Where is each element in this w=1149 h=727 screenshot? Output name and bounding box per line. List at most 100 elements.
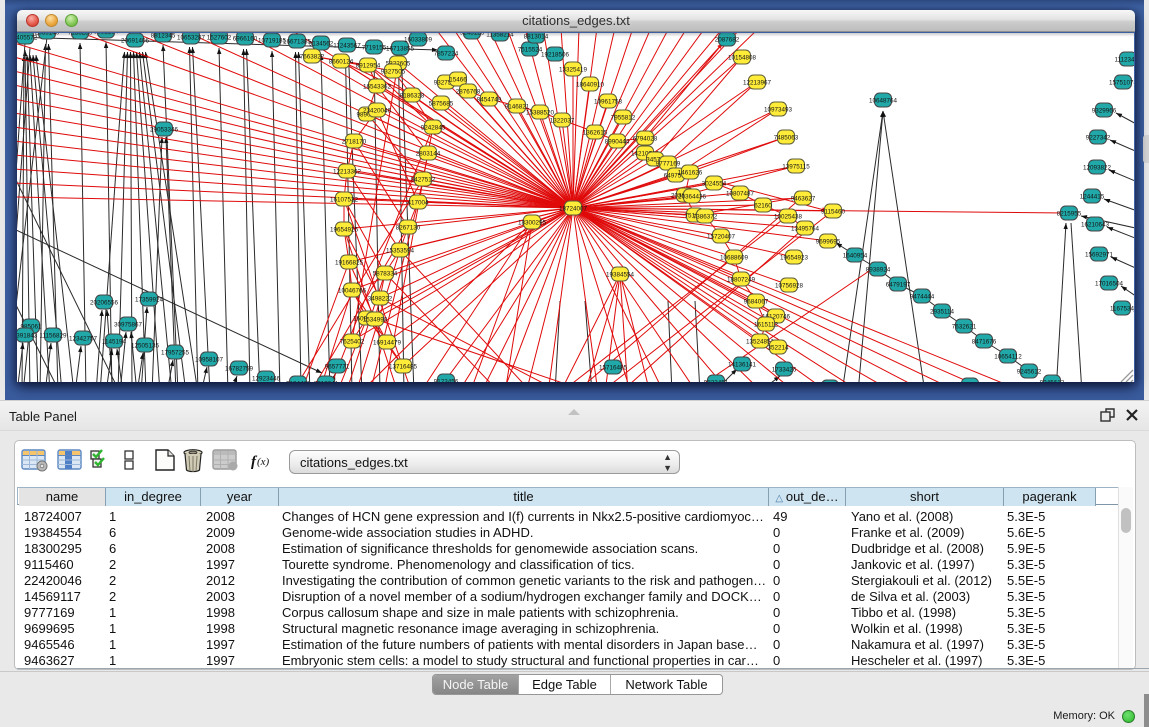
svg-text:15466: 15466 bbox=[449, 76, 467, 83]
svg-text:2935114: 2935114 bbox=[930, 308, 955, 315]
svg-text:12213967: 12213967 bbox=[743, 79, 772, 86]
svg-text:8215955: 8215955 bbox=[1057, 210, 1082, 217]
svg-text:15692971: 15692971 bbox=[1085, 251, 1114, 258]
svg-text:17957255: 17957255 bbox=[161, 349, 190, 356]
svg-text:13325419: 13325419 bbox=[559, 66, 588, 73]
svg-text:5875685: 5875685 bbox=[429, 100, 454, 107]
svg-text:1362615: 1362615 bbox=[583, 129, 608, 136]
svg-text:16210643: 16210643 bbox=[1081, 221, 1110, 228]
svg-text:10961758: 10961758 bbox=[594, 98, 623, 105]
svg-text:1640954: 1640954 bbox=[843, 252, 868, 259]
svg-text:3024554: 3024554 bbox=[702, 180, 727, 187]
svg-text:20691406: 20691406 bbox=[121, 37, 150, 44]
svg-text:18724007: 18724007 bbox=[559, 205, 588, 212]
svg-text:5878334: 5878334 bbox=[373, 270, 398, 277]
svg-text:9327505: 9327505 bbox=[381, 68, 406, 75]
svg-text:7719155: 7719155 bbox=[362, 44, 387, 51]
svg-text:9463627: 9463627 bbox=[791, 195, 816, 202]
svg-text:10654112: 10654112 bbox=[994, 353, 1022, 360]
svg-text:9427512: 9427512 bbox=[411, 176, 436, 183]
svg-text:13716485: 13716485 bbox=[389, 363, 418, 370]
svg-text:23420046: 23420046 bbox=[363, 107, 392, 114]
svg-text:6794028: 6794028 bbox=[633, 135, 658, 142]
svg-text:13495764: 13495764 bbox=[791, 225, 820, 232]
svg-text:20206556: 20206556 bbox=[90, 299, 119, 306]
svg-text:17359924: 17359924 bbox=[135, 296, 164, 303]
svg-text:8267130: 8267130 bbox=[396, 224, 421, 231]
svg-text:1322037: 1322037 bbox=[550, 117, 575, 124]
svg-text:10648764: 10648764 bbox=[869, 97, 898, 104]
svg-text:1167534: 1167534 bbox=[1110, 305, 1134, 312]
svg-text:12505135: 12505135 bbox=[131, 342, 160, 349]
svg-text:62160: 62160 bbox=[754, 202, 772, 209]
svg-text:8938924: 8938924 bbox=[866, 266, 891, 273]
svg-text:8990444: 8990444 bbox=[605, 138, 630, 145]
svg-text:6479197: 6479197 bbox=[886, 281, 911, 288]
svg-text:9329966: 9329966 bbox=[1092, 107, 1117, 114]
svg-text:11123451: 11123451 bbox=[1114, 56, 1134, 63]
svg-text:(x): (x) bbox=[257, 456, 270, 468]
svg-text:19166825: 19166825 bbox=[335, 259, 364, 266]
svg-text:9684067: 9684067 bbox=[744, 298, 769, 305]
svg-text:12213362: 12213362 bbox=[333, 168, 362, 175]
svg-text:15716485: 15716485 bbox=[599, 364, 628, 371]
svg-text:352214: 352214 bbox=[767, 344, 789, 351]
svg-text:9134562: 9134562 bbox=[309, 40, 334, 47]
svg-text:20364436: 20364436 bbox=[678, 193, 707, 200]
svg-text:1534998: 1534998 bbox=[363, 316, 388, 323]
svg-text:7386372: 7386372 bbox=[693, 213, 718, 220]
svg-text:9699695: 9699695 bbox=[816, 238, 841, 245]
svg-text:12923446: 12923446 bbox=[252, 375, 281, 382]
svg-text:7632621: 7632621 bbox=[952, 323, 977, 330]
svg-text:15353594: 15353594 bbox=[386, 247, 415, 254]
svg-text:19654925: 19654925 bbox=[330, 226, 359, 233]
svg-text:8454749: 8454749 bbox=[477, 96, 502, 103]
svg-text:16543362: 16543362 bbox=[363, 83, 392, 90]
svg-text:1145194: 1145194 bbox=[102, 338, 127, 345]
svg-text:18300295: 18300295 bbox=[518, 219, 547, 226]
svg-text:15720407: 15720407 bbox=[707, 233, 736, 240]
svg-text:10025438: 10025438 bbox=[774, 213, 803, 220]
svg-text:16033809: 16033809 bbox=[404, 36, 433, 43]
svg-text:16713855: 16713855 bbox=[386, 45, 415, 52]
svg-text:15751074: 15751074 bbox=[1109, 79, 1134, 86]
svg-text:10958107: 10958107 bbox=[195, 356, 224, 363]
svg-text:7515524: 7515524 bbox=[518, 46, 543, 53]
svg-text:9245612: 9245612 bbox=[1040, 379, 1065, 382]
svg-text:14136141: 14136141 bbox=[728, 361, 757, 368]
svg-text:9115460: 9115460 bbox=[821, 208, 846, 215]
svg-text:9777169: 9777169 bbox=[656, 160, 681, 167]
svg-text:2803144: 2803144 bbox=[416, 150, 441, 157]
svg-text:16782759: 16782759 bbox=[225, 365, 254, 372]
svg-text:8912954: 8912954 bbox=[356, 62, 381, 69]
svg-text:2718170: 2718170 bbox=[342, 138, 367, 145]
svg-text:7857224: 7857224 bbox=[434, 50, 459, 57]
svg-text:10756928: 10756928 bbox=[775, 282, 804, 289]
svg-text:29053346: 29053346 bbox=[150, 126, 179, 133]
svg-text:2087682: 2087682 bbox=[715, 36, 740, 43]
svg-text:11243567: 11243567 bbox=[333, 42, 361, 49]
svg-text:13975115: 13975115 bbox=[782, 163, 810, 170]
svg-text:10807487: 10807487 bbox=[726, 190, 755, 197]
svg-text:10688609: 10688609 bbox=[720, 254, 749, 261]
svg-text:9134411: 9134411 bbox=[286, 380, 311, 382]
svg-text:9245612: 9245612 bbox=[1017, 368, 1042, 375]
svg-text:7625402: 7625402 bbox=[340, 338, 365, 345]
svg-text:15388520: 15388520 bbox=[526, 109, 555, 116]
svg-text:7955812: 7955812 bbox=[611, 114, 636, 121]
svg-text:9823451: 9823451 bbox=[704, 379, 729, 382]
svg-text:8660124: 8660124 bbox=[329, 58, 354, 65]
svg-text:7663822: 7663822 bbox=[300, 53, 325, 60]
svg-text:9391843: 9391843 bbox=[17, 332, 38, 339]
svg-text:8186328: 8186328 bbox=[400, 92, 425, 99]
svg-text:19384554: 19384554 bbox=[606, 271, 635, 278]
svg-text:1615112: 1615112 bbox=[754, 321, 779, 328]
svg-text:9242845: 9242845 bbox=[421, 124, 446, 131]
svg-text:16107532: 16107532 bbox=[330, 196, 359, 203]
svg-text:10154808: 10154808 bbox=[728, 54, 757, 61]
svg-text:10046766: 10046766 bbox=[338, 287, 367, 294]
svg-text:9227342: 9227342 bbox=[1086, 134, 1111, 141]
svg-text:9474444: 9474444 bbox=[910, 293, 935, 300]
svg-text:18640910: 18640910 bbox=[576, 81, 605, 88]
svg-text:12093822: 12093822 bbox=[1083, 164, 1112, 171]
